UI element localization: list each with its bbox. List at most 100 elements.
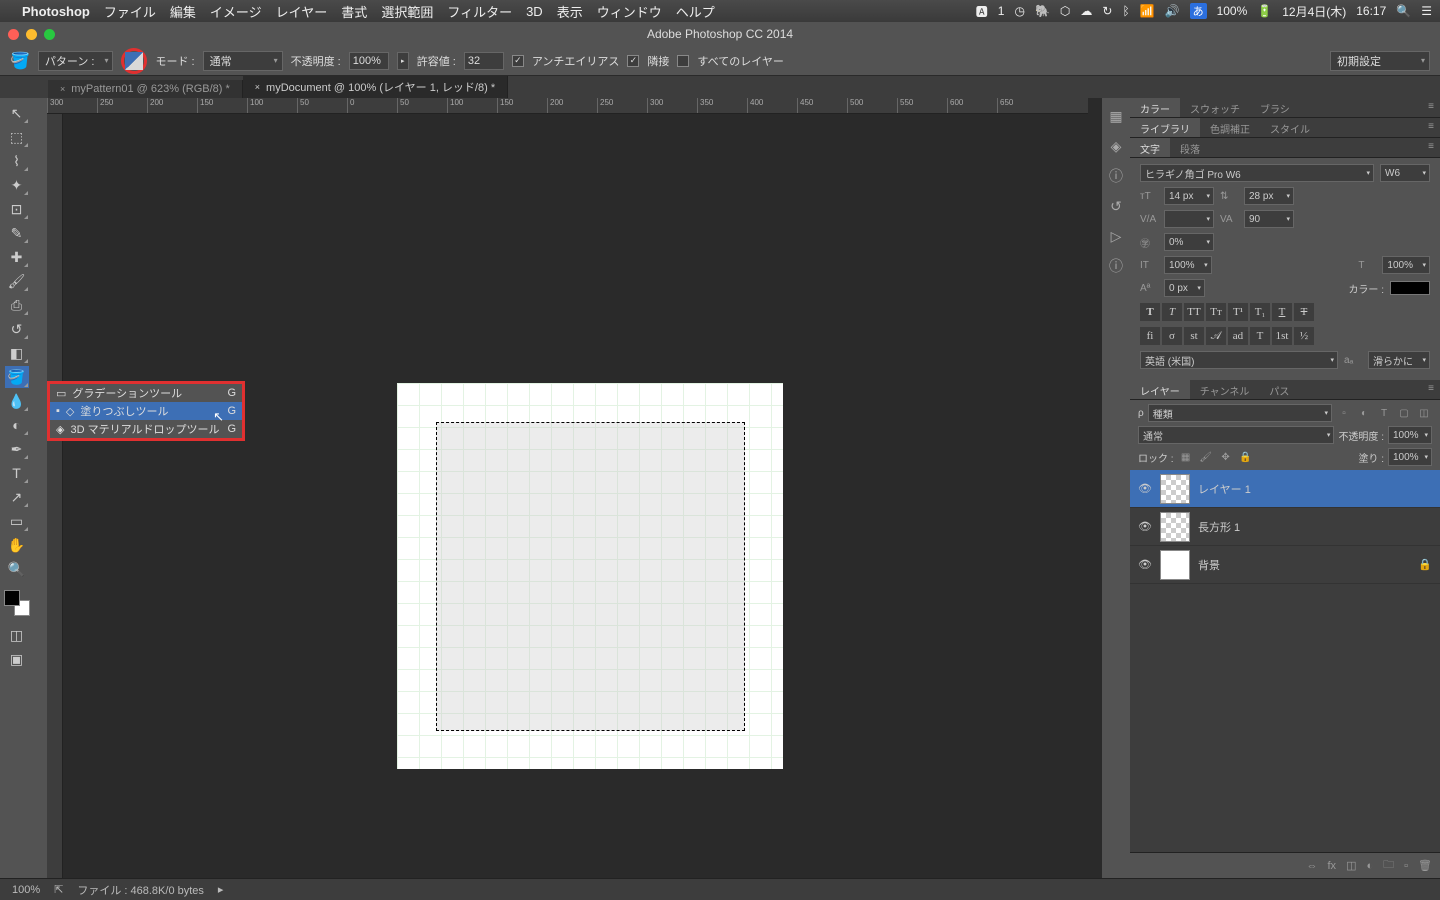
text-color-swatch[interactable]: [1390, 281, 1430, 295]
lock-transparent-icon[interactable]: ▦: [1178, 452, 1194, 463]
smallcaps-button[interactable]: Tᴛ: [1206, 303, 1226, 321]
swash-button[interactable]: 𝒜: [1206, 327, 1226, 345]
stamp-tool[interactable]: ⎙: [5, 294, 29, 316]
pattern-swatch[interactable]: [121, 48, 147, 74]
menu-select[interactable]: 選択範囲: [381, 2, 433, 21]
filter-type-icon[interactable]: T: [1376, 408, 1392, 419]
marquee-tool[interactable]: ⬚: [5, 126, 29, 148]
hand-tool[interactable]: ✋: [5, 534, 29, 556]
layer-filter-dropdown[interactable]: 種類: [1148, 404, 1332, 422]
minimize-button[interactable]: [26, 29, 37, 40]
properties-icon[interactable]: ⓘ: [1106, 256, 1126, 276]
blend-mode-dropdown[interactable]: 通常: [203, 51, 283, 71]
antialias-dropdown[interactable]: 滑らかに: [1368, 351, 1430, 369]
menu-filter[interactable]: フィルター: [447, 2, 512, 21]
blend-mode-dropdown[interactable]: 通常: [1138, 426, 1334, 444]
slashed-button[interactable]: ½: [1294, 327, 1314, 345]
filter-shape-icon[interactable]: ▢: [1396, 408, 1412, 419]
canvas-viewport[interactable]: 3002502001501005005010015020025030035040…: [47, 98, 1102, 878]
layer-mask-icon[interactable]: ◫: [1346, 859, 1356, 872]
dodge-tool[interactable]: ◐: [5, 414, 29, 436]
vscale-input[interactable]: 100%: [1164, 256, 1212, 274]
move-tool[interactable]: ↖: [5, 102, 29, 124]
lock-pixels-icon[interactable]: 🖌: [1198, 452, 1214, 463]
histogram-icon[interactable]: ▦: [1106, 106, 1126, 126]
tab-color[interactable]: カラー: [1130, 98, 1180, 117]
titling-button[interactable]: ad: [1228, 327, 1248, 345]
eyedropper-tool[interactable]: ✎: [5, 222, 29, 244]
magic-wand-tool[interactable]: ✦: [5, 174, 29, 196]
shape-tool[interactable]: ▭: [5, 510, 29, 532]
date[interactable]: 12月4日(木): [1282, 3, 1346, 20]
filter-adjust-icon[interactable]: ◐: [1356, 408, 1372, 419]
layer-name[interactable]: 背景: [1198, 557, 1220, 573]
menu-image[interactable]: イメージ: [210, 2, 262, 21]
tab-paths[interactable]: パス: [1259, 380, 1299, 399]
flyout-paintbucket[interactable]: ▪◇塗りつぶしツールG: [50, 402, 242, 420]
tab-styles[interactable]: スタイル: [1260, 118, 1320, 137]
adjustment-layer-icon[interactable]: ◐: [1366, 860, 1373, 872]
tolerance-input[interactable]: [464, 52, 504, 70]
lasso-tool[interactable]: ⌇: [5, 150, 29, 172]
layer-thumbnail[interactable]: [1160, 550, 1190, 580]
sync-icon[interactable]: ↻: [1102, 4, 1112, 18]
layer-row[interactable]: 👁 背景 🔒: [1130, 546, 1440, 584]
menu-edit[interactable]: 編集: [170, 2, 196, 21]
panel-menu-icon[interactable]: ≡: [1422, 138, 1440, 157]
visibility-toggle[interactable]: 👁: [1138, 520, 1152, 533]
lock-all-icon[interactable]: 🔒: [1238, 452, 1254, 463]
visibility-toggle[interactable]: 👁: [1138, 558, 1152, 571]
leading-input[interactable]: 28 px: [1244, 187, 1294, 205]
bucket-tool[interactable]: 🪣: [5, 366, 29, 388]
tab-swatches[interactable]: スウォッチ: [1180, 98, 1250, 117]
doc-tab-2[interactable]: ×myDocument @ 100% (レイヤー 1, レッド/8) *: [243, 76, 508, 98]
tsume-input[interactable]: 0%: [1164, 233, 1214, 251]
font-family-dropdown[interactable]: ヒラギノ角ゴ Pro W6: [1140, 164, 1374, 182]
time[interactable]: 16:17: [1356, 4, 1386, 18]
flyout-3dmaterial[interactable]: ◈3D マテリアルドロップツールG: [50, 420, 242, 438]
language-dropdown[interactable]: 英語 (米国): [1140, 351, 1338, 369]
font-size-input[interactable]: 14 px: [1164, 187, 1214, 205]
close-icon[interactable]: ×: [255, 82, 260, 92]
history-brush-tool[interactable]: ↺: [5, 318, 29, 340]
healing-tool[interactable]: ✚: [5, 246, 29, 268]
file-info[interactable]: ファイル : 468.8K/0 bytes: [77, 882, 204, 898]
filter-smart-icon[interactable]: ◫: [1416, 408, 1432, 419]
layer-row[interactable]: 👁 長方形 1: [1130, 508, 1440, 546]
baseline-input[interactable]: 0 px: [1164, 279, 1205, 297]
tab-paragraph[interactable]: 段落: [1170, 138, 1210, 157]
new-layer-icon[interactable]: ▫: [1404, 860, 1408, 872]
alllayers-checkbox[interactable]: [677, 55, 689, 67]
app-name[interactable]: Photoshop: [22, 4, 90, 19]
close-icon[interactable]: ×: [60, 84, 65, 94]
fg-color[interactable]: [4, 590, 20, 606]
layer-fx-icon[interactable]: fx: [1328, 860, 1337, 872]
filter-pixel-icon[interactable]: ▫: [1336, 408, 1352, 419]
tab-libraries[interactable]: ライブラリ: [1130, 118, 1200, 137]
opacity-stepper[interactable]: ▸: [397, 52, 409, 70]
layer-fill-input[interactable]: 100%: [1388, 448, 1432, 466]
delete-layer-icon[interactable]: 🗑: [1418, 859, 1432, 872]
layer-group-icon[interactable]: 🗀: [1383, 856, 1394, 875]
zoom-level[interactable]: 100%: [12, 884, 40, 896]
menu-view[interactable]: 表示: [557, 2, 583, 21]
spotlight-icon[interactable]: 🔍: [1396, 4, 1411, 18]
color-swatches[interactable]: [4, 590, 30, 616]
path-tool[interactable]: ↗: [5, 486, 29, 508]
menu-file[interactable]: ファイル: [104, 2, 156, 21]
type-tool[interactable]: T: [5, 462, 29, 484]
volume-icon[interactable]: 🔊: [1165, 4, 1180, 18]
oldstyle-button[interactable]: σ: [1162, 327, 1182, 345]
evernote-icon[interactable]: 🐘: [1035, 4, 1050, 18]
panel-menu-icon[interactable]: ≡: [1422, 380, 1440, 399]
tab-character[interactable]: 文字: [1130, 138, 1170, 157]
fill-type-dropdown[interactable]: パターン :: [38, 51, 114, 71]
layer-row[interactable]: 👁 レイヤー 1: [1130, 470, 1440, 508]
allcaps-button[interactable]: TT: [1184, 303, 1204, 321]
panel-menu-icon[interactable]: ≡: [1422, 98, 1440, 117]
actions-icon[interactable]: ▷: [1106, 226, 1126, 246]
doc-tab-1[interactable]: ×myPattern01 @ 623% (RGB/8) *: [48, 80, 243, 98]
tab-layers[interactable]: レイヤー: [1130, 380, 1190, 399]
close-button[interactable]: [8, 29, 19, 40]
tab-adjustments[interactable]: 色調補正: [1200, 118, 1260, 137]
